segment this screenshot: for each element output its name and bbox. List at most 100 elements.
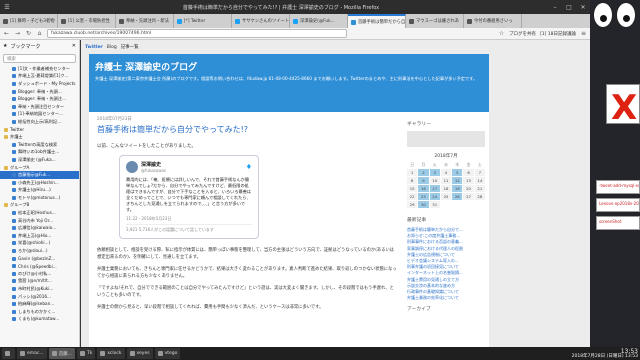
taskbar-button[interactable] <box>2 348 15 359</box>
calendar-day[interactable]: 5 <box>452 169 463 176</box>
bookmark-item[interactable]: 井端上苫-夏蒔燈樂/[1]ク... <box>0 73 79 81</box>
bookmark-folder[interactable]: グループA <box>0 164 79 172</box>
calendar-day[interactable]: 30 <box>418 201 429 208</box>
calendar-day[interactable]: 16 <box>418 185 429 192</box>
url-bar[interactable]: fukazawa.cluob.net/archives/19007496.htm… <box>47 29 347 38</box>
bookmark-folder[interactable]: 弁護士 <box>0 133 79 141</box>
calendar-day[interactable]: 19 <box>452 185 463 192</box>
tweet-time[interactable]: 11:22 - 2018年5月23日 <box>126 216 252 222</box>
taskbar-button[interactable]: xclock <box>97 348 125 359</box>
browser-tab[interactable]: マウスーゴは嫌されあ <box>406 14 464 28</box>
calendar-day[interactable]: 12 <box>452 177 463 184</box>
taskbar-button[interactable]: Tk <box>76 348 96 359</box>
bookmark-label: 柏麻輝(@Iseban... <box>18 301 55 307</box>
bookmark-item[interactable]: ろか(@sloui...) <box>0 247 79 255</box>
bookmark-item[interactable]: くまも(@kumataw... <box>0 316 79 324</box>
embedded-tweet[interactable]: 深澤諭史 @fukazawas ♦ 費用的には、「俺、医療には詳しいんで、それで… <box>119 155 259 239</box>
bookmark-label: くまも(@kumataw... <box>18 316 60 322</box>
bookmark-item[interactable]: 栄喜(@shiohi...) <box>0 240 79 248</box>
bookmark-item[interactable]: [1]文・作業者補充センター <box>0 65 79 73</box>
bookmark-item[interactable]: ダッシュボード - My Projects <box>0 80 79 88</box>
bookmark-item[interactable]: [1]-奉納地図センター... <box>0 111 79 119</box>
bookmark-item[interactable]: モトヤ(@motonus...) <box>0 194 79 202</box>
bookmark-item[interactable]: 深澤諭史 (@Fuka... <box>0 156 79 164</box>
bookmark-item[interactable]: 奉納・先頭注目センター <box>0 103 79 111</box>
browser-tab-active[interactable]: 首藤手術は簡単だから自 <box>348 14 406 28</box>
calendar-day[interactable]: 3 <box>429 169 440 176</box>
taskbar-button[interactable]: 首藤... <box>48 348 75 359</box>
bookmark-label: しまちものかかく... <box>18 308 56 314</box>
bookmark-item[interactable]: 高谷内市 Yoji Or... <box>0 217 79 225</box>
calendar-day[interactable]: 2 <box>418 169 429 176</box>
bookmark-label: 雪茜 (@n/m/t/t... <box>18 278 52 284</box>
bookmark-item[interactable]: Chris (@Speedbi... <box>0 262 79 270</box>
browser-tab[interactable]: 今付の番組男さいっ <box>464 14 522 28</box>
calendar-day[interactable]: 26 <box>452 193 463 200</box>
desktop-note[interactable]: -tweet-add-mysql-xxx.d <box>596 180 640 194</box>
calendar-day[interactable]: 24 <box>429 193 440 200</box>
browser-tab[interactable]: 奉納・先頭注目・新法 <box>116 14 174 28</box>
calendar-day[interactable]: 17 <box>429 185 440 192</box>
bookmark-folder[interactable]: Twitter <box>0 126 79 134</box>
bookmark-item[interactable]: 井端上苫(@Hio... <box>0 232 79 240</box>
browser-tab[interactable]: 深澤諭史(@Fuk... <box>290 14 348 28</box>
gallery-placeholder <box>407 131 485 147</box>
browser-tab[interactable]: [1] 公害・市場負担性 <box>58 14 116 28</box>
close-sidebar-icon[interactable]: ✕ <box>72 43 76 49</box>
home-icon[interactable]: ⌂ <box>36 30 43 37</box>
browser-tab[interactable]: [1] 舞時・子ども3者物 <box>0 14 58 28</box>
taskbar-button[interactable]: xeyes <box>126 348 153 359</box>
bookmark-item[interactable]: Blogger: 奉納・先頭注... <box>0 95 79 103</box>
desktop-note[interactable]: Lenovo ep2018x-2018/8 <box>596 198 640 212</box>
menu-icon[interactable]: ≡ <box>580 30 587 37</box>
bookmark-item[interactable]: 広瀬信(@kaiwaio... <box>0 224 79 232</box>
taskbar-button[interactable]: emac... <box>17 348 47 359</box>
bookmarks-sidebar: ★ ブックマーク ✕ 検索 [1]文・作業者補充センター 井端上苫-夏蒔燈樂/[1… <box>0 40 80 347</box>
desktop-note[interactable]: screenShot <box>596 216 640 230</box>
bookmark-favicon-icon <box>12 256 16 261</box>
close-icon[interactable]: ✕ <box>576 4 590 11</box>
nav-link[interactable]: 記事一覧 <box>121 44 139 50</box>
bookmark-item[interactable]: 市町村民(@Kuki... <box>0 285 79 293</box>
bookmark-label: Blogger: 奉納・先頭注... <box>18 96 66 102</box>
browser-tab[interactable]: [*] Twitter <box>174 14 232 28</box>
bookmark-folder[interactable]: グループB <box>0 202 79 210</box>
minimize-icon[interactable]: – <box>548 4 562 11</box>
back-icon[interactable]: ← <box>3 30 10 37</box>
session-label[interactable]: [1] 18日記録議論 <box>540 31 576 37</box>
blog-title[interactable]: 弁護士 深澤諭史のブログ <box>95 60 483 73</box>
bookmark-item[interactable]: 舞時いの1ob弁護士... <box>0 149 79 157</box>
sidebar-search-input[interactable]: 検索 <box>3 54 76 63</box>
bookmark-item[interactable]: 松本正昭(Hoshus... <box>0 209 79 217</box>
bookmark-item[interactable]: 柏麻輝(@Iseban... <box>0 300 79 308</box>
bookmark-star-icon[interactable]: ☆ <box>498 30 505 37</box>
nav-link[interactable]: Blog <box>107 45 117 50</box>
bookmark-item[interactable]: Gavin (@bezinZ... <box>0 255 79 263</box>
tab-favicon-icon <box>3 18 8 24</box>
forward-icon[interactable]: → <box>14 30 21 37</box>
bookmark-item[interactable]: 小森先王(@Hoshin... <box>0 179 79 187</box>
bookmark-item[interactable]: 総括性向上示/高利記... <box>0 118 79 126</box>
recent-post-link[interactable]: 弁護士業務の効率化について <box>407 295 485 301</box>
calendar-day[interactable]: 23 <box>418 193 429 200</box>
sidebar-title: ブックマーク <box>10 43 41 50</box>
bookmark-item[interactable]: 弁護士(@Hiru...) <box>0 187 79 195</box>
taskbar-button[interactable]: vtego <box>154 348 181 359</box>
browser-tab[interactable]: ササケンさんのツイート <box>232 14 290 28</box>
bookmark-item[interactable]: 首藤指示@Fuk... <box>0 171 79 179</box>
bookmark-item[interactable]: Twitterの高度な検索 <box>0 141 79 149</box>
bookmark-item[interactable]: のびけ@小村私... <box>0 270 79 278</box>
calendar-day[interactable]: 9 <box>418 177 429 184</box>
clock[interactable]: 13:53 2018年7月28日 (日曜日) 13:53 <box>571 348 638 359</box>
window-menu-icon[interactable]: ☰ <box>0 4 14 11</box>
share-blog-button[interactable]: ブログを共有 <box>509 31 536 37</box>
brand-link[interactable]: Twitter <box>85 45 103 50</box>
bookmark-item[interactable]: パッシ(@2016... <box>0 293 79 301</box>
bookmark-item[interactable]: しまちものかかく... <box>0 308 79 316</box>
bookmark-item[interactable]: Blogger: 奉納・先頭... <box>0 88 79 96</box>
clock-date: 2018年7月28日 (日曜日) 13:53 <box>571 353 638 359</box>
bookmark-item[interactable]: 雪茜 (@n/m/t/t... <box>0 278 79 286</box>
maximize-icon[interactable]: □ <box>562 4 576 11</box>
reload-icon[interactable]: ↻ <box>25 30 32 37</box>
post-title[interactable]: 首藤手術は簡単だから自分でやってみた!? <box>97 124 397 135</box>
